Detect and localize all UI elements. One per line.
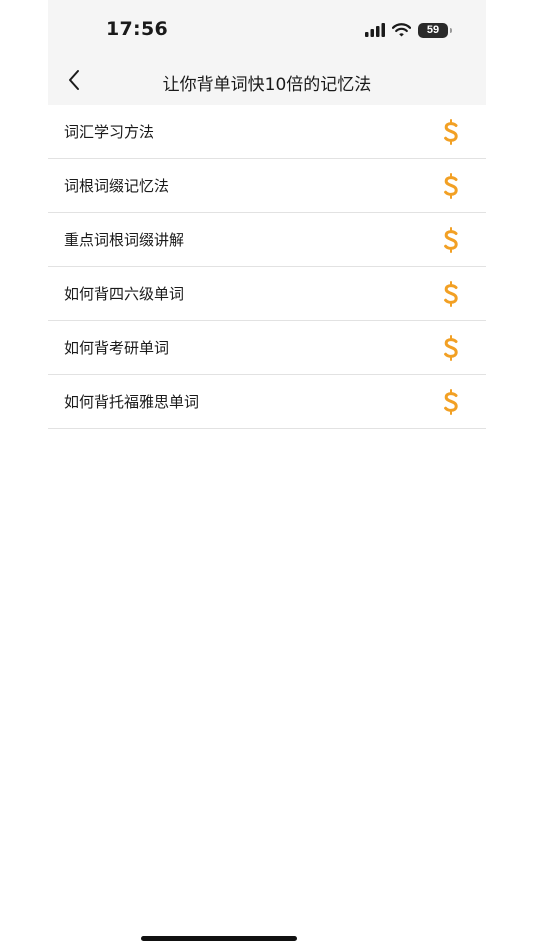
lesson-list: 词汇学习方法 词根词缀记忆法 重点词根词缀讲解 如何背四六级单词 如何背考研单词… — [48, 105, 486, 429]
dollar-icon — [444, 173, 458, 199]
back-button[interactable] — [58, 64, 90, 96]
dollar-icon — [444, 227, 458, 253]
list-item[interactable]: 重点词根词缀讲解 — [48, 213, 486, 267]
dollar-icon — [444, 335, 458, 361]
signal-icon — [365, 23, 385, 37]
list-item-label: 重点词根词缀讲解 — [64, 231, 185, 249]
list-item-label: 如何背考研单词 — [64, 339, 170, 357]
dollar-icon — [444, 119, 458, 145]
page-title: 让你背单词快10倍的记忆法 — [162, 75, 372, 95]
app-screen: 17:56 59 让你背单词快10倍的记忆法 词汇学习方法 词根词缀记忆法 重点… — [48, 0, 486, 950]
header-area: 17:56 59 让你背单词快10倍的记忆法 — [48, 0, 486, 105]
list-item[interactable]: 如何背四六级单词 — [48, 267, 486, 321]
battery-level: 59 — [426, 24, 440, 36]
list-item[interactable]: 词汇学习方法 — [48, 105, 486, 159]
list-item[interactable]: 如何背托福雅思单词 — [48, 375, 486, 429]
list-item-label: 如何背托福雅思单词 — [64, 393, 200, 411]
status-icons: 59 — [365, 20, 452, 40]
list-item-label: 词根词缀记忆法 — [64, 177, 170, 195]
status-bar: 17:56 59 — [48, 0, 486, 58]
list-item-label: 词汇学习方法 — [64, 123, 155, 141]
list-item[interactable]: 如何背考研单词 — [48, 321, 486, 375]
dollar-icon — [444, 389, 458, 415]
wifi-icon — [392, 23, 411, 37]
list-item[interactable]: 词根词缀记忆法 — [48, 159, 486, 213]
chevron-left-icon — [69, 70, 79, 90]
status-time: 17:56 — [106, 18, 168, 40]
list-item-label: 如何背四六级单词 — [64, 285, 185, 303]
dollar-icon — [444, 281, 458, 307]
battery-icon: 59 — [418, 22, 452, 38]
nav-bar: 让你背单词快10倍的记忆法 — [48, 58, 486, 105]
home-indicator[interactable] — [141, 936, 297, 941]
